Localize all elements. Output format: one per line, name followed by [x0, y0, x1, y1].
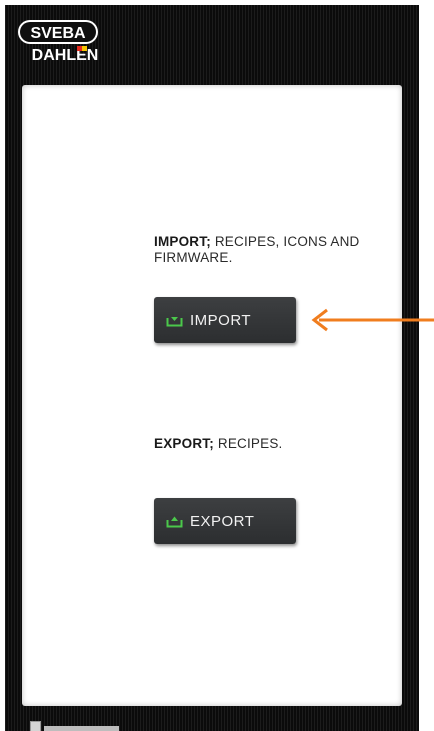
import-title: IMPORT;	[154, 234, 211, 249]
import-tray-icon	[166, 314, 183, 327]
export-button[interactable]: EXPORT	[154, 498, 296, 544]
logo-text-dahlen: DAHLEN	[32, 47, 99, 64]
export-title: EXPORT;	[154, 436, 214, 451]
scroll-thumb[interactable]	[30, 721, 41, 731]
import-button[interactable]: IMPORT	[154, 297, 296, 343]
export-button-label: EXPORT	[190, 512, 255, 530]
import-description: IMPORT; RECIPES, ICONS AND FIRMWARE.	[154, 234, 414, 266]
device-frame: SVEBA DAHLEN IMPORT; RECIPES, ICONS AND …	[5, 5, 419, 731]
scroll-track[interactable]	[44, 726, 119, 731]
export-tray-icon	[166, 515, 183, 528]
left-arrow-icon	[311, 308, 434, 332]
import-button-label: IMPORT	[190, 311, 252, 329]
logo-text-sveba: SVEBA	[30, 25, 86, 42]
sveba-dahlen-logo: SVEBA DAHLEN	[17, 19, 109, 65]
main-screen: IMPORT; RECIPES, ICONS AND FIRMWARE. IMP…	[22, 85, 402, 706]
export-description-text: RECIPES.	[213, 436, 283, 451]
export-description: EXPORT; RECIPES.	[154, 436, 414, 452]
scrollbar[interactable]	[30, 719, 130, 731]
